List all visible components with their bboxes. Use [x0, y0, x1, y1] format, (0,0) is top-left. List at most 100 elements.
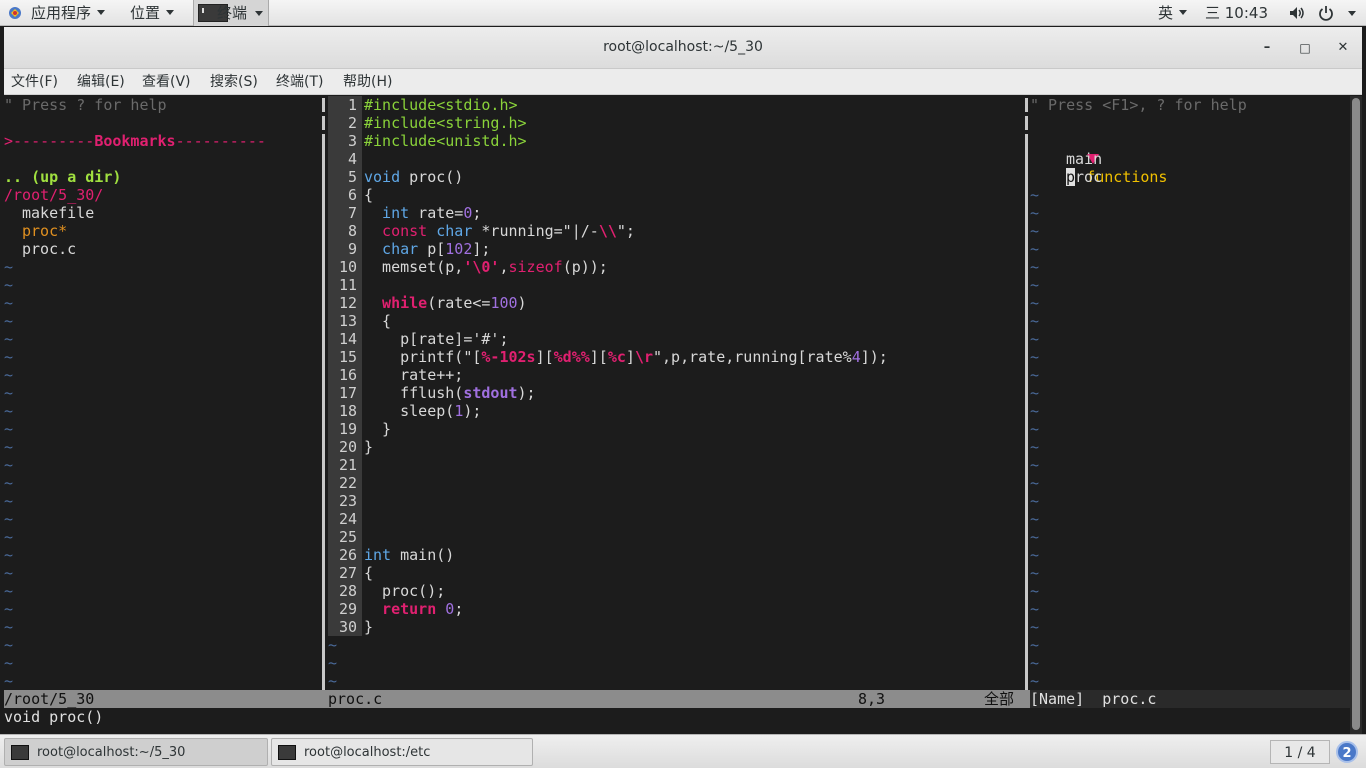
- workspace-switcher[interactable]: 1 / 4: [1270, 740, 1330, 764]
- nerdtree-file[interactable]: proc.c: [22, 240, 76, 258]
- status-taglist: [Name] proc.c: [1030, 690, 1350, 708]
- input-method-indicator[interactable]: 英: [1158, 0, 1188, 26]
- menu-file[interactable]: 文件(F): [11, 72, 58, 92]
- tilde-marker: ~: [1030, 312, 1040, 330]
- line-number: 29: [338, 600, 357, 618]
- code-line: printf("[%-102s][%d%%][%c]\r",p,rate,run…: [364, 348, 888, 366]
- bottom-taskbar: root@localhost:~/5_30 root@localhost:/et…: [0, 734, 1366, 768]
- command-line[interactable]: void proc(): [4, 708, 1350, 726]
- tilde-marker: ~: [4, 276, 14, 294]
- tilde-marker: ~: [4, 294, 14, 312]
- tilde-marker: ~: [4, 420, 14, 438]
- tilde-marker: ~: [4, 636, 14, 654]
- taskbar-window-label: root@localhost:~/5_30: [37, 745, 186, 760]
- power-icon[interactable]: [1318, 5, 1334, 21]
- nerdtree-file[interactable]: makefile: [22, 204, 94, 222]
- code-line: char p[102];: [364, 240, 491, 258]
- taglist-item[interactable]: main: [1066, 150, 1102, 168]
- chevron-down-icon: [97, 10, 106, 15]
- nerdtree-file[interactable]: proc*: [22, 222, 67, 240]
- code-line: }: [364, 618, 374, 636]
- tilde-marker: ~: [1030, 564, 1040, 582]
- nerdtree-pane[interactable]: " Press ? for help >---------Bookmarks--…: [4, 96, 322, 690]
- menu-edit[interactable]: 编辑(E): [77, 72, 125, 92]
- tilde-marker: ~: [328, 654, 338, 672]
- line-number: 26: [338, 546, 357, 564]
- code-line: #include<unistd.h>: [364, 132, 527, 150]
- taglist-group[interactable]: functions: [1032, 132, 1167, 186]
- tilde-marker: ~: [4, 330, 14, 348]
- line-number: 25: [338, 528, 357, 546]
- line-number: 9: [347, 240, 357, 258]
- line-number: 1: [347, 96, 357, 114]
- code-line: }: [364, 420, 392, 438]
- status-position: 8,3: [858, 690, 886, 708]
- tilde-marker: ~: [4, 258, 14, 276]
- line-number: 14: [338, 330, 357, 348]
- tilde-marker: ~: [1030, 474, 1040, 492]
- line-number: 23: [338, 492, 357, 510]
- tilde-marker: ~: [1030, 618, 1040, 636]
- menu-terminal[interactable]: 终端(T): [276, 72, 323, 92]
- editor-pane[interactable]: 1 2 3 4 5 6 7 8 9 10 11 12 13 14 15 16 17 18 19 20 21 22 23 24 2…: [328, 96, 1022, 690]
- code-line: memset(p,'\0',sizeof(p));: [364, 258, 608, 276]
- applications-menu[interactable]: 应用程序: [31, 0, 106, 26]
- tilde-marker: ~: [1030, 294, 1040, 312]
- minimize-button[interactable]: –: [1257, 38, 1277, 58]
- tilde-marker: ~: [4, 438, 14, 456]
- code-line: int rate=0;: [364, 204, 482, 222]
- window-titlebar[interactable]: root@localhost:~/5_30 – □ ✕: [4, 27, 1362, 69]
- chevron-down-icon: [166, 10, 175, 15]
- maximize-button[interactable]: □: [1295, 38, 1315, 58]
- top-panel: 应用程序 位置 终端 英 三 10:43: [0, 0, 1366, 26]
- tilde-marker: ~: [4, 672, 14, 690]
- clock[interactable]: 三 10:43: [1205, 0, 1268, 26]
- tilde-marker: ~: [1030, 546, 1040, 564]
- code-line: const char *running="|/-\\";: [364, 222, 635, 240]
- tilde-marker: ~: [1030, 528, 1040, 546]
- tilde-marker: ~: [4, 600, 14, 618]
- code-line: {: [364, 186, 374, 204]
- nerdtree-cwd[interactable]: /root/5_30/: [4, 186, 103, 204]
- line-number: 2: [347, 114, 357, 132]
- menu-view[interactable]: 查看(V): [142, 72, 191, 92]
- terminal-app-menu[interactable]: 终端: [193, 0, 269, 26]
- nerdtree-up-dir[interactable]: .. (up a dir): [4, 168, 121, 186]
- bookmarks-suffix: ----------: [175, 132, 266, 150]
- line-number: 10: [338, 258, 357, 276]
- line-number: 7: [347, 204, 357, 222]
- notification-badge[interactable]: 2: [1336, 741, 1358, 763]
- scrollbar-thumb[interactable]: [1352, 98, 1360, 730]
- tilde-marker: ~: [1030, 456, 1040, 474]
- taskbar-window-1[interactable]: root@localhost:~/5_30: [4, 738, 268, 766]
- taglist-pane[interactable]: " Press <F1>, ? for help functions main …: [1030, 96, 1350, 690]
- tilde-marker: ~: [4, 618, 14, 636]
- line-number: 24: [338, 510, 357, 528]
- tilde-marker: ~: [1030, 330, 1040, 348]
- line-number: 19: [338, 420, 357, 438]
- menu-help[interactable]: 帮助(H): [343, 72, 392, 92]
- tilde-marker: ~: [328, 636, 338, 654]
- terminal-area[interactable]: " Press ? for help >---------Bookmarks--…: [4, 96, 1350, 734]
- taglist-item-rest: roc: [1075, 168, 1103, 186]
- taskbar-window-2[interactable]: root@localhost:/etc: [271, 738, 533, 766]
- places-menu[interactable]: 位置: [130, 0, 175, 26]
- tilde-marker: ~: [1030, 582, 1040, 600]
- terminal-scrollbar[interactable]: [1350, 96, 1362, 734]
- taglist-item[interactable]: proc: [1066, 168, 1102, 186]
- tilde-marker: ~: [1030, 384, 1040, 402]
- code-line: while(rate<=100): [364, 294, 527, 312]
- line-number: 8: [347, 222, 357, 240]
- volume-icon[interactable]: [1289, 6, 1305, 20]
- tilde-marker: ~: [1030, 402, 1040, 420]
- line-number: 15: [338, 348, 357, 366]
- applications-label: 应用程序: [31, 4, 92, 22]
- clock-label: 三 10:43: [1205, 4, 1268, 22]
- code-line: fflush(stdout);: [364, 384, 536, 402]
- bookmarks-header: >---------Bookmarks----------: [4, 132, 266, 150]
- tilde-marker: ~: [1030, 420, 1040, 438]
- close-button[interactable]: ✕: [1333, 38, 1353, 58]
- chevron-down-icon[interactable]: [1348, 11, 1356, 16]
- line-number: 3: [347, 132, 357, 150]
- menu-search[interactable]: 搜索(S): [210, 72, 258, 92]
